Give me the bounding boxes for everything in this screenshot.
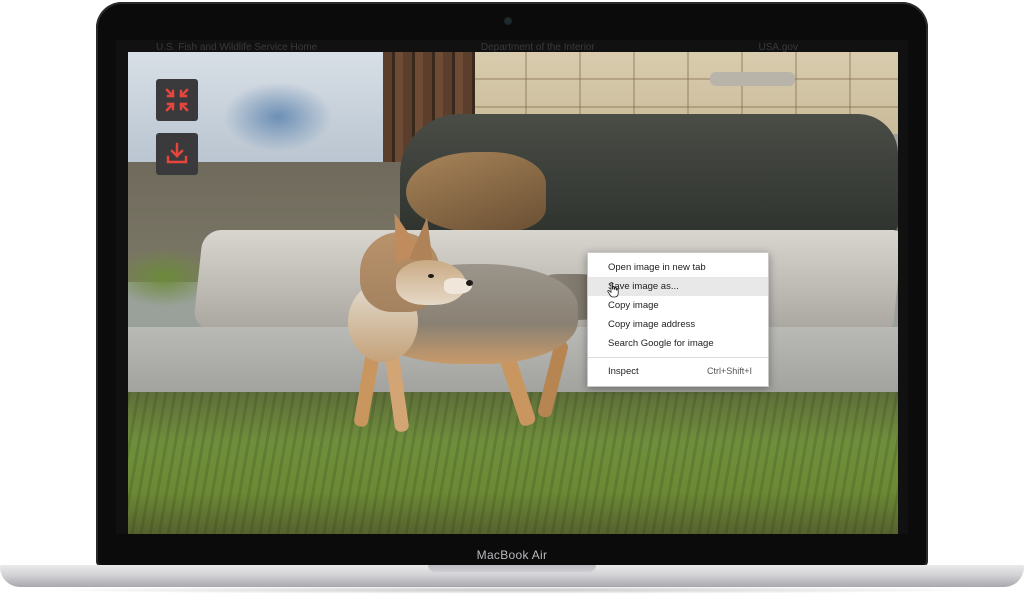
laptop-lid-notch — [428, 565, 596, 572]
fox-eye — [428, 274, 434, 278]
fox-nose — [466, 280, 473, 286]
download-tray-icon — [164, 141, 190, 167]
nav-link-interior[interactable]: Department of the Interior — [481, 42, 595, 53]
menu-item-search-google[interactable]: Search Google for image — [588, 334, 768, 353]
menu-item-shortcut: Ctrl+Shift+I — [706, 366, 752, 376]
download-button[interactable] — [156, 133, 198, 175]
photo-shed-paint — [223, 82, 333, 152]
menu-item-label: Search Google for image — [608, 338, 714, 349]
photo-ground-texture — [128, 392, 898, 534]
menu-item-label: Open image in new tab — [608, 262, 706, 273]
compress-arrows-icon — [164, 87, 190, 113]
menu-item-open-in-new-tab[interactable]: Open image in new tab — [588, 258, 768, 277]
menu-item-copy-image-address[interactable]: Copy image address — [588, 315, 768, 334]
photo-faucet — [710, 72, 795, 86]
menu-separator — [588, 357, 768, 358]
context-menu: Open image in new tab Save image as... C… — [587, 252, 769, 387]
menu-item-inspect[interactable]: Inspect Ctrl+Shift+I — [588, 362, 768, 381]
fox-photo[interactable] — [128, 52, 898, 534]
hand-cursor-icon — [607, 282, 619, 303]
exit-fullscreen-button[interactable] — [156, 79, 198, 121]
menu-item-label: Inspect — [608, 366, 639, 377]
nav-link-fws-home[interactable]: U.S. Fish and Wildlife Service Home — [156, 42, 317, 53]
laptop-screen: U.S. Fish and Wildlife Service Home Depa… — [116, 40, 908, 534]
webcam — [505, 18, 511, 24]
menu-item-label: Copy image address — [608, 319, 696, 330]
nav-link-usa-gov[interactable]: USA.gov — [759, 42, 798, 53]
laptop-model-label: MacBook Air — [476, 548, 548, 562]
laptop-shadow — [30, 586, 994, 594]
